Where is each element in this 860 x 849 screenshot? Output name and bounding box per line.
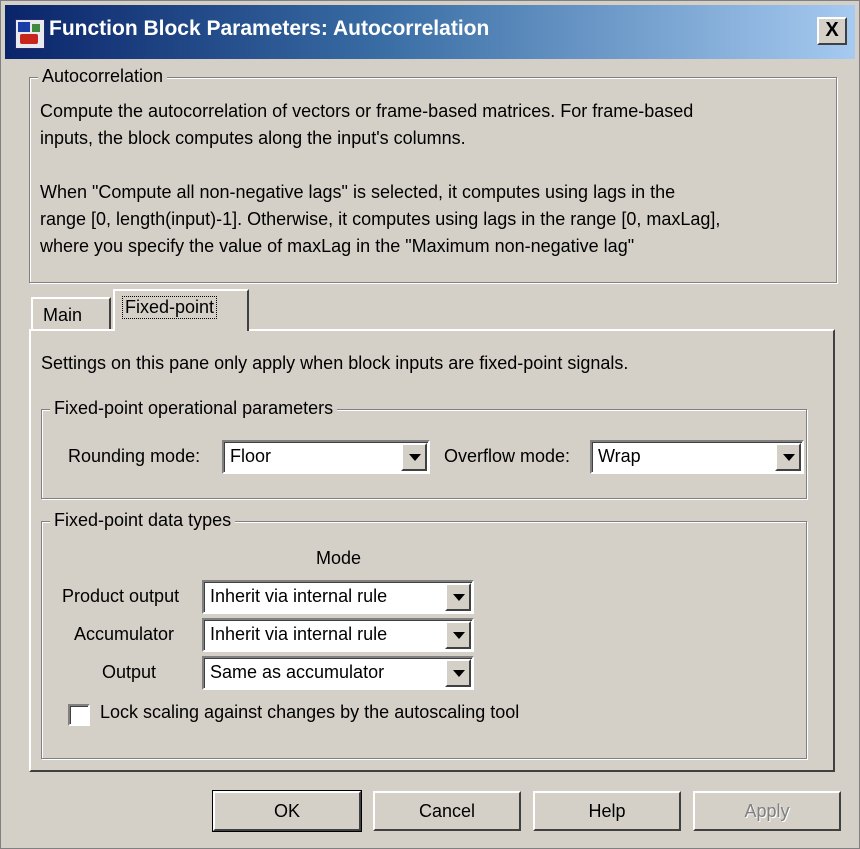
accumulator-select[interactable]: Inherit via internal rule [202, 618, 474, 652]
output-value: Same as accumulator [210, 662, 385, 682]
dropdown-arrow-icon[interactable] [775, 443, 801, 471]
rounding-mode-value: Floor [230, 446, 272, 466]
tab-main-label: Main [43, 305, 83, 325]
description-text-line: inputs, the block computes along the inp… [40, 128, 466, 148]
fixed-point-panel: Settings on this pane only apply when bl… [29, 329, 835, 772]
description-text-line: When "Compute all non-negative lags" is … [40, 182, 676, 202]
description-text-line: range [0, length(input)-1]. Otherwise, i… [40, 209, 721, 229]
overflow-mode-value: Wrap [598, 446, 641, 466]
description-text-line: Compute the autocorrelation of vectors o… [40, 101, 694, 121]
dropdown-arrow-icon[interactable] [445, 621, 471, 649]
dropdown-arrow-icon[interactable] [445, 583, 471, 611]
operational-parameters-group: Fixed-point operational parameters Round… [41, 398, 807, 499]
mode-column-header: Mode [316, 548, 362, 568]
simulink-block-icon [15, 19, 45, 49]
rounding-mode-select[interactable]: Floor [222, 440, 430, 474]
tab-fixed-point[interactable]: Fixed-point [113, 289, 249, 331]
dropdown-arrow-icon[interactable] [445, 659, 471, 687]
output-select[interactable]: Same as accumulator [202, 656, 474, 690]
description-group: Autocorrelation Compute the autocorrelat… [29, 66, 837, 283]
description-text-line: where you specify the value of maxLag in… [40, 236, 635, 256]
close-button[interactable]: X [817, 17, 847, 45]
ok-button[interactable]: OK [212, 790, 362, 832]
apply-button[interactable]: Apply [693, 791, 841, 831]
cancel-button[interactable]: Cancel [373, 791, 521, 831]
window-title: Function Block Parameters: Autocorrelati… [49, 17, 490, 40]
help-button[interactable]: Help [533, 791, 681, 831]
operational-parameters-label: Fixed-point operational parameters [50, 398, 338, 419]
overflow-mode-label: Overflow mode: [444, 446, 571, 466]
description-group-label: Autocorrelation [38, 66, 168, 87]
data-types-label: Fixed-point data types [50, 510, 236, 531]
output-label: Output [102, 662, 157, 682]
dropdown-arrow-icon[interactable] [401, 443, 427, 471]
tab-main[interactable]: Main [31, 297, 111, 331]
fixed-point-note: Settings on this pane only apply when bl… [41, 353, 629, 373]
lock-scaling-label: Lock scaling against changes by the auto… [100, 702, 520, 722]
data-types-group: Fixed-point data types Mode Product outp… [41, 510, 807, 759]
title-bar: Function Block Parameters: Autocorrelati… [5, 5, 855, 59]
product-output-select[interactable]: Inherit via internal rule [202, 580, 474, 614]
product-output-value: Inherit via internal rule [210, 586, 388, 606]
tab-fixed-point-label: Fixed-point [121, 296, 218, 319]
product-output-label: Product output [62, 586, 180, 606]
accumulator-value: Inherit via internal rule [210, 624, 388, 644]
dialog-window: Function Block Parameters: Autocorrelati… [0, 0, 860, 849]
overflow-mode-select[interactable]: Wrap [590, 440, 804, 474]
lock-scaling-checkbox[interactable] [68, 704, 90, 726]
rounding-mode-label: Rounding mode: [68, 446, 201, 466]
accumulator-label: Accumulator [74, 624, 175, 644]
